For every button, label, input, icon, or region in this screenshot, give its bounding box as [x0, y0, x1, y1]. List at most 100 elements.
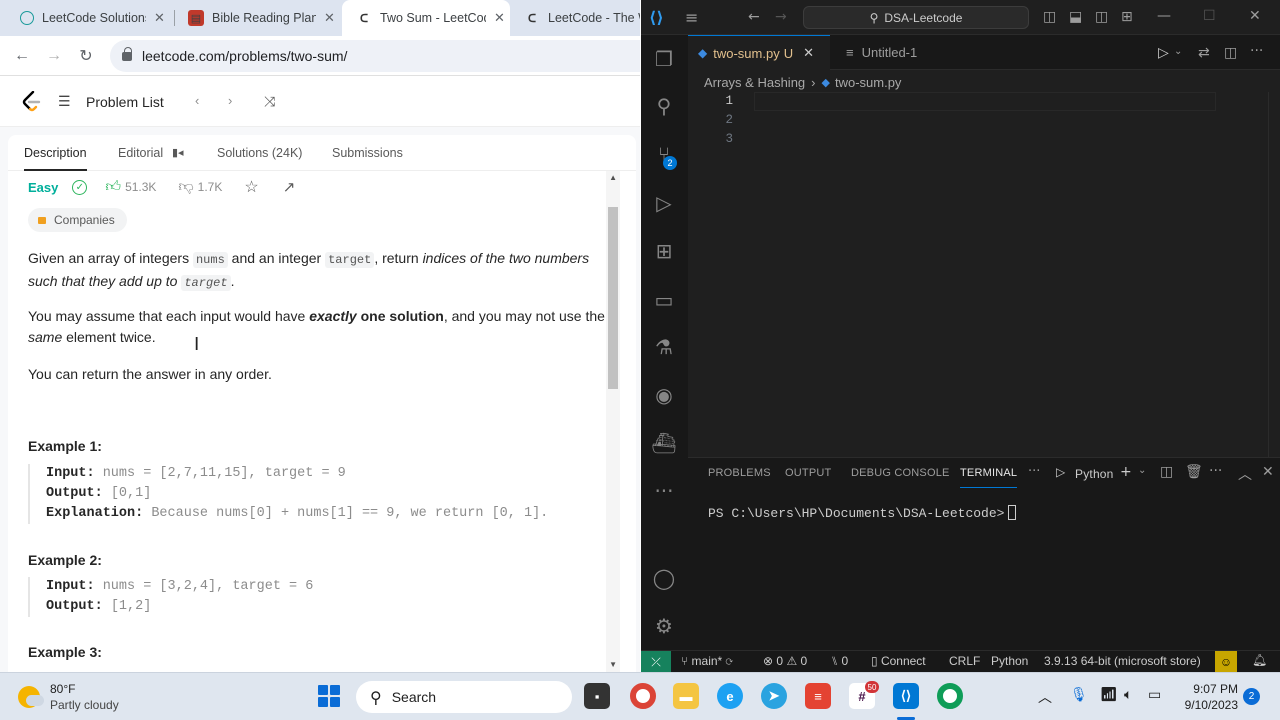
- chevron-down-icon[interactable]: ⌄: [1138, 465, 1146, 476]
- companies-button[interactable]: Companies: [28, 208, 127, 232]
- interpreter-status[interactable]: 3.9.13 64-bit (microsoft store): [1044, 654, 1201, 668]
- terminal-profile[interactable]: Python: [1075, 467, 1114, 481]
- thumbs-down-icon[interactable]: 👎︎: [178, 178, 193, 196]
- reload-icon[interactable]: ↻: [74, 44, 98, 68]
- remote-explorer-icon[interactable]: ▭: [651, 287, 677, 313]
- forward-icon[interactable]: →: [775, 9, 787, 25]
- toggle-panel-icon[interactable]: ⬓: [1069, 9, 1082, 25]
- terminal-output[interactable]: PS C:\Users\HP\Documents\DSA-Leetcode>: [708, 505, 1017, 521]
- more-icon[interactable]: ···: [651, 478, 677, 504]
- windows-start-icon[interactable]: [318, 685, 340, 707]
- microphone-icon[interactable]: 🎙︎: [1070, 687, 1088, 703]
- prev-problem-icon[interactable]: ‹: [195, 93, 199, 108]
- python-icon[interactable]: ◉: [651, 382, 677, 408]
- next-problem-icon[interactable]: ›: [228, 93, 232, 108]
- eol-status[interactable]: CRLF: [949, 654, 980, 668]
- wifi-icon[interactable]: 📶︎: [1100, 687, 1118, 703]
- leetcode-logo-icon[interactable]: [22, 91, 42, 113]
- extensions-icon[interactable]: ⊞: [651, 238, 677, 264]
- tab-solutions[interactable]: Solutions (24K): [217, 146, 302, 160]
- clock[interactable]: 9:07 PM 9/10/2023: [1178, 681, 1238, 713]
- taskbar-search[interactable]: ⚲ Search: [356, 681, 572, 713]
- edge-icon[interactable]: e: [717, 683, 743, 709]
- language-status[interactable]: Python: [991, 654, 1028, 668]
- testing-icon[interactable]: ⚗: [651, 334, 677, 360]
- toggle-secondary-sidebar-icon[interactable]: ◫: [1095, 9, 1108, 25]
- run-file-icon[interactable]: ▷: [1158, 45, 1169, 61]
- copilot-icon[interactable]: ☺: [1215, 651, 1237, 672]
- more-actions-icon[interactable]: ···: [1250, 43, 1263, 59]
- trash-icon[interactable]: 🗑︎: [1185, 464, 1203, 480]
- maximize-panel-icon[interactable]: ︿: [1238, 464, 1252, 484]
- explorer-icon[interactable]: ❐: [651, 46, 677, 72]
- scrollbar-thumb[interactable]: [608, 207, 618, 389]
- editor-scrollbar[interactable]: [1268, 92, 1280, 457]
- share-icon[interactable]: ↗: [283, 178, 296, 196]
- telegram-icon[interactable]: ➤: [761, 683, 787, 709]
- command-center[interactable]: ⚲ DSA-Leetcode: [803, 6, 1029, 29]
- volume-icon[interactable]: 🔈︎: [1124, 687, 1132, 703]
- back-icon[interactable]: ←: [10, 44, 34, 68]
- browser-tab-two-sum[interactable]: ᑕ Two Sum - LeetCode ✕: [342, 0, 510, 36]
- chrome-icon[interactable]: [630, 683, 656, 709]
- scroll-up-icon[interactable]: ▲: [609, 173, 617, 182]
- more-actions-icon[interactable]: ···: [1209, 463, 1222, 479]
- toggle-sidebar-icon[interactable]: ◫: [1043, 9, 1056, 25]
- split-terminal-icon[interactable]: ◫: [1160, 464, 1173, 480]
- browser-tab-leetcode-solutions[interactable]: LeetCode Solutions ✕: [6, 4, 165, 32]
- problems-status[interactable]: ⊗ 0 ⚠ 0: [763, 654, 807, 668]
- notification-badge[interactable]: 2: [1243, 688, 1260, 705]
- tab-terminal[interactable]: TERMINAL: [960, 467, 1018, 488]
- menu-icon[interactable]: ≡: [685, 8, 698, 27]
- close-icon[interactable]: ✕: [324, 10, 335, 26]
- minimize-icon[interactable]: —: [1157, 8, 1171, 24]
- browser-tab-leetcode-home[interactable]: ᑕ LeetCode - The W: [510, 4, 640, 32]
- tab-description[interactable]: Description: [24, 146, 87, 171]
- chevron-down-icon[interactable]: ⌄: [1174, 46, 1182, 57]
- code-editor[interactable]: [688, 92, 1268, 457]
- forward-icon[interactable]: →: [42, 44, 66, 68]
- tab-submissions[interactable]: Submissions: [332, 146, 403, 160]
- breadcrumb-file[interactable]: two-sum.py: [835, 75, 901, 90]
- todoist-icon[interactable]: ≡: [805, 683, 831, 709]
- close-icon[interactable]: ✕: [803, 45, 814, 61]
- connect-status[interactable]: ▯ Connect: [871, 654, 926, 668]
- close-icon[interactable]: ✕: [494, 10, 505, 26]
- compare-changes-icon[interactable]: ⇄: [1198, 45, 1210, 61]
- run-debug-icon[interactable]: ▷: [651, 190, 677, 216]
- vscode-icon[interactable]: ⟨⟩: [893, 683, 919, 709]
- maximize-icon[interactable]: ☐: [1203, 8, 1216, 24]
- tab-output[interactable]: OUTPUT: [785, 467, 831, 479]
- bell-icon[interactable]: 🔔︎: [1252, 653, 1267, 667]
- star-icon[interactable]: ☆: [244, 177, 258, 197]
- close-panel-icon[interactable]: ✕: [1262, 464, 1274, 480]
- search-icon[interactable]: ⚲: [651, 93, 677, 119]
- new-terminal-icon[interactable]: +: [1120, 464, 1132, 480]
- split-editor-icon[interactable]: ◫: [1224, 45, 1237, 61]
- more-icon[interactable]: ···: [1028, 464, 1040, 479]
- browser-tab-bible-reading[interactable]: ▤ Bible Reading Plan ✕: [174, 4, 335, 32]
- back-icon[interactable]: ←: [748, 9, 760, 25]
- docker-icon[interactable]: ⛴: [651, 430, 677, 456]
- battery-icon[interactable]: ▭: [1148, 687, 1161, 703]
- tab-editorial[interactable]: Editorial: [118, 146, 163, 160]
- chrome-profile-icon[interactable]: [937, 683, 963, 709]
- show-hidden-icons-icon[interactable]: ︿: [1038, 687, 1052, 707]
- close-icon[interactable]: ✕: [1249, 8, 1261, 24]
- gear-icon[interactable]: ⚙: [651, 613, 677, 639]
- remote-icon[interactable]: ⤫: [641, 651, 671, 672]
- layout-icon[interactable]: ⊞: [1121, 9, 1133, 25]
- breadcrumb-folder[interactable]: Arrays & Hashing: [704, 75, 805, 90]
- tab-debug-console[interactable]: DEBUG CONSOLE: [851, 467, 950, 479]
- scrollbar[interactable]: ▲ ▼: [606, 171, 620, 672]
- shuffle-icon[interactable]: ⤨: [264, 93, 275, 110]
- branch-status[interactable]: ⑂ main* ⟳: [681, 654, 733, 668]
- accounts-icon[interactable]: ◯: [651, 565, 677, 591]
- address-bar[interactable]: leetcode.com/problems/two-sum/: [110, 40, 640, 72]
- ports-status[interactable]: ⑊ 0: [831, 654, 848, 668]
- thumbs-up-icon[interactable]: 👍︎: [105, 178, 121, 196]
- problem-list-link[interactable]: ☰ Problem List: [58, 93, 164, 110]
- editor-tab-two-sum[interactable]: ◆ two-sum.py U ✕: [688, 35, 830, 70]
- scroll-down-icon[interactable]: ▼: [609, 660, 617, 669]
- file-explorer-icon[interactable]: ▬: [673, 683, 699, 709]
